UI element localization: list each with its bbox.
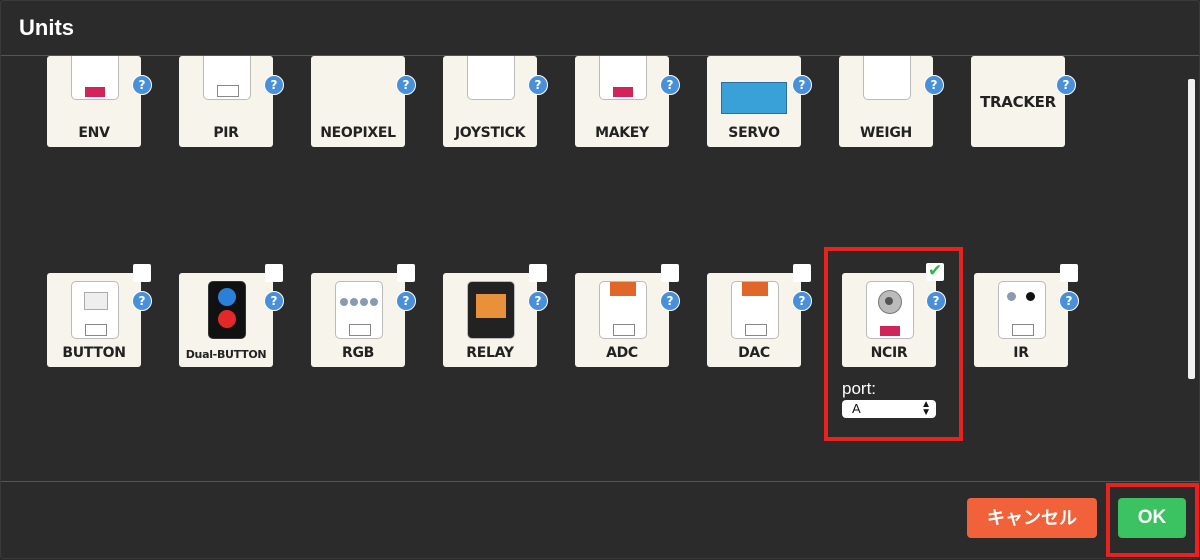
- unit-checkbox-relay[interactable]: [529, 264, 547, 282]
- unit-checkbox-ir[interactable]: [1060, 264, 1078, 282]
- help-icon[interactable]: ?: [528, 75, 548, 95]
- relay-module-image: [467, 281, 515, 339]
- unit-checkbox-dac[interactable]: [793, 264, 811, 282]
- unit-label: WEIGH: [860, 125, 912, 141]
- unit-card-servo[interactable]: SERVO: [707, 56, 801, 147]
- unit-checkbox-rgb[interactable]: [397, 264, 415, 282]
- unit-label: ADC: [606, 345, 638, 361]
- joystick-module-image: [467, 56, 515, 100]
- unit-card-ir[interactable]: IR: [974, 273, 1068, 367]
- ok-highlight-box: [1106, 483, 1199, 557]
- adc-module-image: [599, 281, 647, 339]
- ncir-highlight-box: [824, 247, 963, 441]
- help-icon[interactable]: ?: [924, 75, 944, 95]
- unit-card-dac[interactable]: DAC: [707, 273, 801, 367]
- unit-label: Dual-BUTTON: [185, 348, 267, 361]
- unit-checkbox-button[interactable]: [133, 264, 151, 282]
- help-icon[interactable]: ?: [528, 291, 548, 311]
- cancel-button[interactable]: キャンセル: [967, 498, 1097, 538]
- unit-card-adc[interactable]: ADC: [575, 273, 669, 367]
- units-dialog: Units ENV ? PIR ? NEOPIXEL ? JOYSTICK ? …: [0, 0, 1200, 559]
- unit-card-tracker[interactable]: TRACKER: [971, 56, 1065, 147]
- ir-module-image: [998, 281, 1046, 339]
- makey-module-image: [599, 56, 647, 100]
- pir-module-image: [203, 56, 251, 100]
- help-icon[interactable]: ?: [264, 75, 284, 95]
- help-icon[interactable]: ?: [396, 75, 416, 95]
- unit-label: PIR: [213, 125, 239, 141]
- help-icon[interactable]: ?: [132, 75, 152, 95]
- dialog-header: Units: [1, 1, 1199, 56]
- help-icon[interactable]: ?: [792, 291, 812, 311]
- button-module-image: [71, 281, 119, 339]
- scrollbar[interactable]: [1188, 79, 1195, 379]
- help-icon[interactable]: ?: [1056, 75, 1076, 95]
- neopixel-module-image: [335, 56, 381, 98]
- help-icon[interactable]: ?: [396, 291, 416, 311]
- unit-label: ENV: [78, 125, 110, 141]
- unit-card-neopixel[interactable]: NEOPIXEL: [311, 56, 405, 147]
- unit-card-env[interactable]: ENV: [47, 56, 141, 147]
- help-icon[interactable]: ?: [660, 75, 680, 95]
- dialog-title: Units: [19, 15, 74, 40]
- help-icon[interactable]: ?: [1059, 291, 1079, 311]
- unit-card-joystick[interactable]: JOYSTICK: [443, 56, 537, 147]
- unit-label: TRACKER: [980, 93, 1056, 111]
- unit-label: MAKEY: [595, 125, 649, 141]
- unit-card-pir[interactable]: PIR: [179, 56, 273, 147]
- unit-card-makey[interactable]: MAKEY: [575, 56, 669, 147]
- unit-checkbox-adc[interactable]: [661, 264, 679, 282]
- unit-label: SERVO: [728, 125, 780, 141]
- unit-label: DAC: [738, 345, 770, 361]
- unit-card-relay[interactable]: RELAY: [443, 273, 537, 367]
- unit-card-dual-button[interactable]: Dual-BUTTON: [179, 273, 273, 367]
- unit-label: RGB: [341, 345, 375, 361]
- help-icon[interactable]: ?: [132, 291, 152, 311]
- servo-module-image: [721, 82, 787, 114]
- help-icon[interactable]: ?: [792, 75, 812, 95]
- rgb-module-image: [335, 281, 383, 339]
- unit-checkbox-dual-button[interactable]: [265, 264, 283, 282]
- unit-card-weigh[interactable]: WEIGH: [839, 56, 933, 147]
- help-icon[interactable]: ?: [264, 291, 284, 311]
- weigh-module-image: [863, 56, 911, 100]
- env-module-image: [71, 56, 119, 100]
- unit-card-rgb[interactable]: RGB: [311, 273, 405, 367]
- unit-label: JOYSTICK: [454, 125, 526, 141]
- unit-label: NEOPIXEL: [320, 125, 396, 141]
- dac-module-image: [731, 281, 779, 339]
- unit-label: IR: [1013, 345, 1029, 361]
- unit-label: BUTTON: [62, 345, 126, 361]
- unit-label: RELAY: [466, 345, 514, 361]
- dual-button-module-image: [208, 281, 246, 339]
- unit-card-button[interactable]: BUTTON: [47, 273, 141, 367]
- help-icon[interactable]: ?: [660, 291, 680, 311]
